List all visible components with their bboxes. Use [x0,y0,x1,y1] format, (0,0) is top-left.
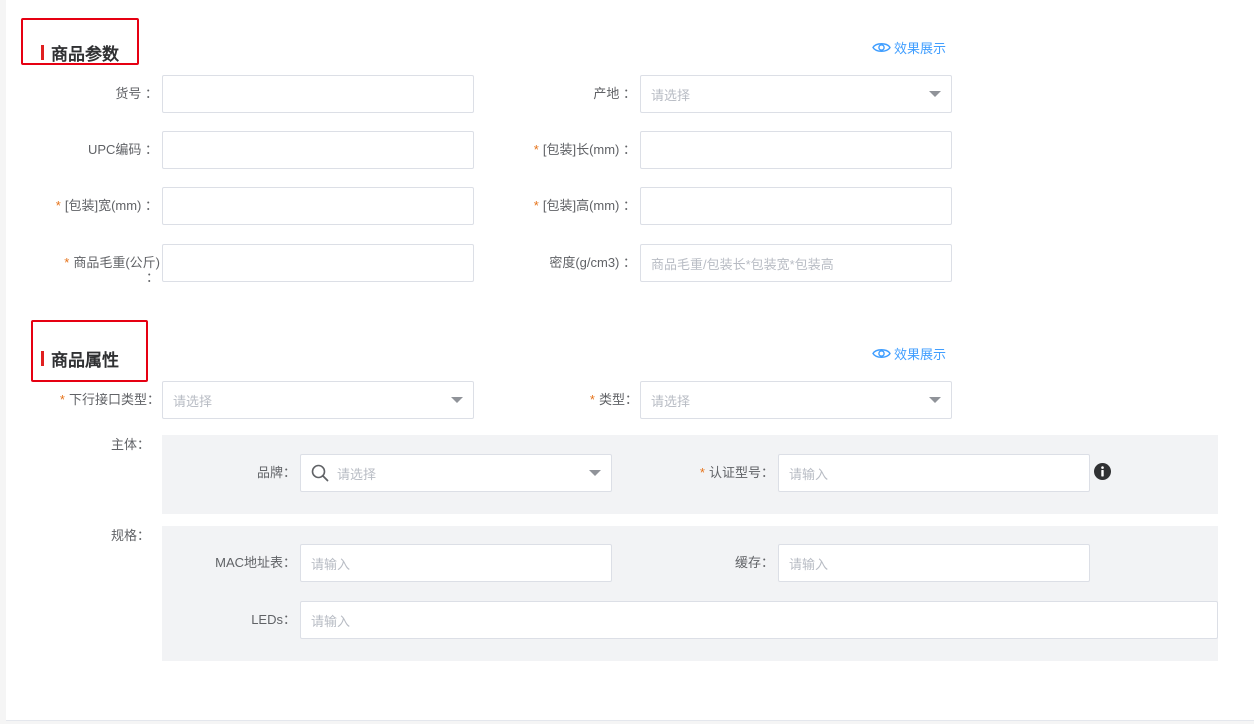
section-title-text: 商品参数 [51,45,119,64]
pkg-height-input[interactable] [640,187,952,225]
cache-label: 缓存： [734,555,774,570]
preview-label: 效果展示 [894,41,947,56]
brand-label: 品牌： [256,465,296,480]
item-no-input[interactable] [162,75,474,113]
item-no-label: 货号 ： [115,86,158,101]
type-label: * 类型： [589,392,638,407]
density-placeholder: 商品毛重/包装长*包装宽*包装高 [651,256,834,272]
density-label: 密度(g/cm3) ： [549,255,636,270]
density-input[interactable]: 商品毛重/包装长*包装宽*包装高 [640,244,952,282]
required-mark: * [64,255,70,270]
brand-placeholder: 请选择 [337,466,377,482]
gross-weight-input[interactable] [162,244,474,282]
pkg-height-label: * [包装]高(mm) ： [533,198,636,213]
cert-model-input[interactable]: 请输入 [778,454,1090,492]
spec-label: 规格： [110,528,150,543]
leds-label: LEDs： [251,612,296,627]
brand-select[interactable]: 请选择 [300,454,612,492]
eye-icon [872,349,891,358]
required-mark: * [699,465,705,480]
pkg-length-label: * [包装]长(mm) ： [533,142,636,157]
search-icon [311,464,329,482]
required-mark: * [533,142,539,157]
origin-label: 产地 ： [593,86,636,101]
required-mark: * [55,198,61,213]
leds-input[interactable]: 请输入 [300,601,1218,639]
preview-link-attrs[interactable]: 效果展示 [872,344,946,363]
preview-link-params[interactable]: 效果展示 [872,38,946,57]
chevron-down-icon [929,91,941,97]
pkg-length-input[interactable] [640,131,952,169]
downlink-type-label: * 下行接口类型： [59,392,160,407]
upc-input[interactable] [162,131,474,169]
required-mark: * [533,198,539,213]
section-marker [41,45,44,60]
preview-label: 效果展示 [894,347,947,362]
mac-table-placeholder: 请输入 [311,556,351,572]
cert-model-label: * 认证型号： [699,465,774,480]
pkg-width-label: * [包装]宽(mm) ： [55,198,158,213]
chevron-down-icon [589,470,601,476]
downlink-type-placeholder: 请选择 [173,393,213,409]
section-title-text: 商品属性 [51,351,119,370]
origin-select[interactable]: 请选择 [640,75,952,113]
mac-table-label: MAC地址表： [215,555,296,570]
cache-input[interactable]: 请输入 [778,544,1090,582]
required-mark: * [589,392,595,407]
gross-weight-label: * 商品毛重(公斤) [64,255,160,270]
mac-table-input[interactable]: 请输入 [300,544,612,582]
chevron-down-icon [929,397,941,403]
gross-weight-colon: ： [146,270,160,285]
upc-label: UPC编码 ： [87,142,158,157]
type-select[interactable]: 请选择 [640,381,952,419]
cert-model-placeholder: 请输入 [789,466,829,482]
cache-placeholder: 请输入 [789,556,829,572]
section-marker [41,351,44,366]
info-icon[interactable] [1094,463,1111,480]
pkg-width-input[interactable] [162,187,474,225]
subject-label: 主体： [110,437,150,452]
section-title-attrs: 商品属性 [41,346,119,371]
eye-icon [872,43,891,52]
type-placeholder: 请选择 [651,393,691,409]
required-mark: * [59,392,65,407]
chevron-down-icon [451,397,463,403]
section-title-params: 商品参数 [41,40,119,65]
leds-placeholder: 请输入 [311,613,351,629]
downlink-type-select[interactable]: 请选择 [162,381,474,419]
origin-placeholder: 请选择 [651,87,691,103]
